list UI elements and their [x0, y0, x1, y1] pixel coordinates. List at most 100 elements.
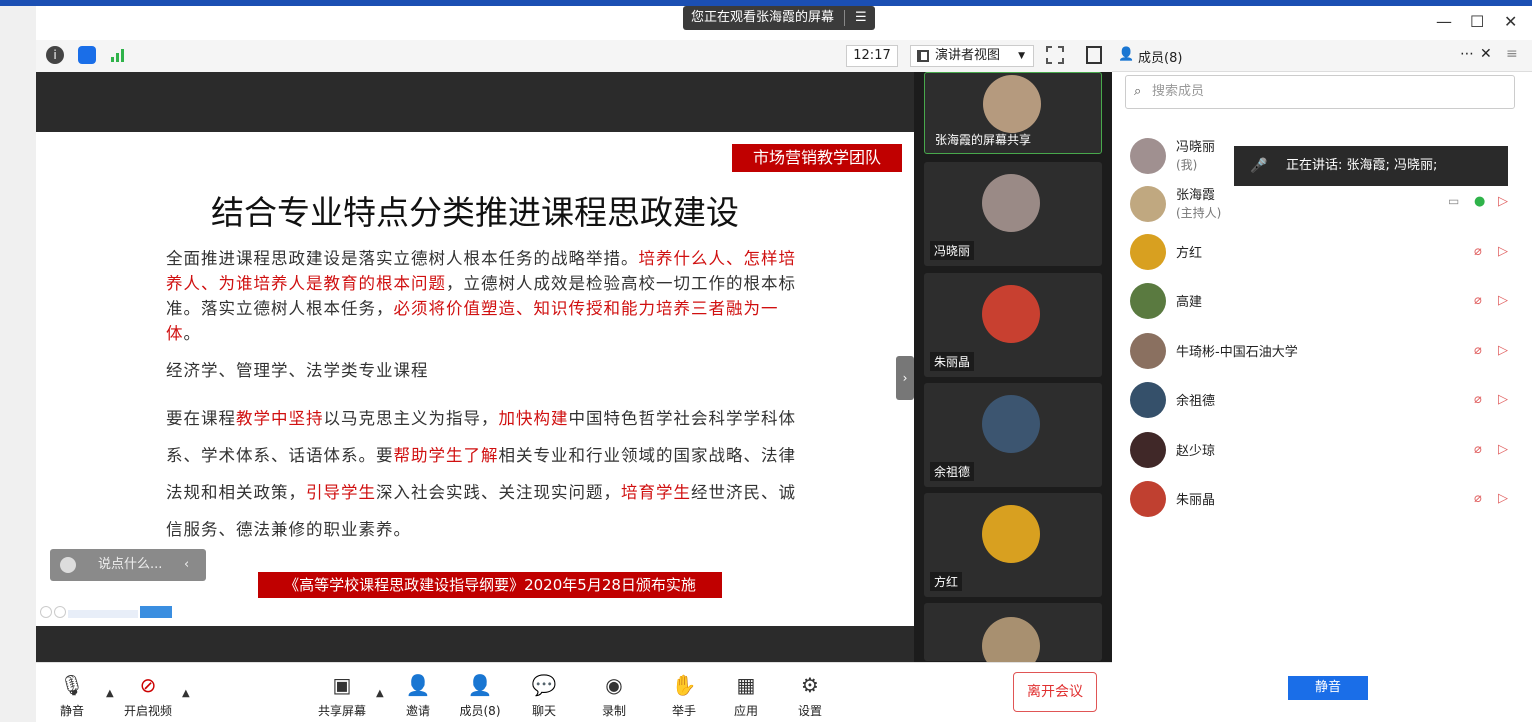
chevron-up-icon[interactable]: ▲: [106, 688, 114, 699]
member-search-placeholder: 搜索成员: [1152, 84, 1205, 99]
member-item[interactable]: 方红 ⌀ ▷: [1130, 232, 1520, 272]
mic-off-icon[interactable]: ⌀: [1474, 293, 1488, 309]
speaking-text: 正在讲话: 张海霞; 冯晓丽;: [1286, 158, 1438, 173]
info-icon[interactable]: i: [46, 46, 64, 64]
more-options-icon[interactable]: ⋯: [1460, 46, 1474, 62]
browser-button: [139, 606, 172, 618]
avatar: [1130, 333, 1166, 369]
camera-off-icon[interactable]: ▷: [1498, 194, 1514, 210]
mic-on-icon[interactable]: ●: [1474, 194, 1485, 209]
avatar: [1130, 432, 1166, 468]
chat-label: 聊天: [531, 704, 556, 718]
camera-off-icon[interactable]: ▷: [1498, 293, 1514, 309]
slide-paragraph-1: 全面推进课程思政建设是落实立德树人根本任务的战略举措。培养什么人、怎样培养人、为…: [166, 246, 796, 346]
member-item[interactable]: 张海霞 (主持人) ▭ ● ▷: [1130, 184, 1520, 224]
member-item[interactable]: 朱丽晶 ⌀ ▷: [1130, 479, 1520, 519]
speaking-indicator: 🎤 正在讲话: 张海霞; 冯晓丽;: [1234, 146, 1508, 186]
record-label: 录制: [601, 704, 626, 718]
viewing-banner[interactable]: 您正在观看张海霞的屏幕 ☰: [683, 6, 875, 30]
forward-icon: [53, 606, 66, 618]
member-item[interactable]: 高建 ⌀ ▷: [1130, 281, 1520, 321]
emoji-icon[interactable]: [60, 557, 76, 573]
member-name: 朱丽晶: [1176, 493, 1216, 508]
view-mode-select[interactable]: 演讲者视图 ▼: [910, 45, 1034, 67]
members-button[interactable]: 👤 成员(8): [450, 672, 510, 719]
share-screen-label: 共享屏幕: [317, 704, 366, 718]
close-panel-icon[interactable]: ✕: [1480, 46, 1492, 62]
thumbnail-participant[interactable]: 朱丽晶: [924, 273, 1102, 377]
minimize-button[interactable]: —: [1436, 12, 1452, 31]
thumbnail-name: 冯晓丽: [930, 241, 975, 260]
thumbnail-name: 方红: [930, 572, 963, 591]
close-button[interactable]: ✕: [1504, 12, 1517, 31]
chevron-down-icon: ▼: [1018, 51, 1025, 61]
panel-menu-icon[interactable]: ≡: [1506, 46, 1518, 62]
camera-off-icon: ⊘: [139, 673, 157, 697]
screen-share-icon: ▭: [1448, 194, 1460, 208]
avatar: [1130, 283, 1166, 319]
member-role: (主持人): [1176, 206, 1222, 220]
member-search-input[interactable]: ⌕ 搜索成员: [1125, 75, 1515, 109]
thumbnail-participant[interactable]: 余祖德: [924, 383, 1102, 487]
viewing-banner-text: 您正在观看张海霞的屏幕: [691, 10, 835, 25]
sidebar-toggle-icon[interactable]: [1086, 46, 1102, 64]
slide-title: 结合专业特点分类推进课程思政建设: [211, 193, 739, 232]
signal-icon[interactable]: [110, 47, 126, 63]
share-screen-icon: ▣: [332, 673, 352, 697]
person-icon: 👤: [1118, 47, 1135, 62]
mic-off-icon[interactable]: ⌀: [1474, 244, 1488, 260]
camera-off-icon[interactable]: ▷: [1498, 491, 1514, 507]
avatar: [982, 174, 1040, 232]
thumbnail-screen-share[interactable]: 张海霞的屏幕共享: [924, 72, 1102, 154]
raise-hand-button[interactable]: ✋ 举手: [654, 672, 714, 719]
mic-off-icon[interactable]: ⌀: [1474, 442, 1488, 458]
camera-off-icon[interactable]: ▷: [1498, 392, 1514, 408]
thumbnail-participant[interactable]: [924, 603, 1102, 675]
chat-button[interactable]: 💬 聊天: [514, 672, 574, 719]
fullscreen-icon[interactable]: [1046, 46, 1064, 64]
avatar: [982, 505, 1040, 563]
avatar: [982, 285, 1040, 343]
shield-icon[interactable]: [78, 46, 96, 64]
view-mode-label: 演讲者视图: [935, 48, 1001, 63]
avatar: [1130, 186, 1166, 222]
member-name: 张海霞: [1176, 188, 1216, 203]
avatar: [1130, 481, 1166, 517]
apps-icon: ▦: [736, 673, 756, 697]
member-item[interactable]: 牛琦彬-中国石油大学 ⌀ ▷: [1130, 331, 1520, 371]
camera-off-icon[interactable]: ▷: [1498, 442, 1514, 458]
menu-icon[interactable]: ☰: [855, 6, 867, 30]
record-button[interactable]: ◉ 录制: [584, 672, 644, 719]
start-video-button[interactable]: ⊘ 开启视频: [118, 672, 178, 719]
invite-button[interactable]: 👤 邀请: [388, 672, 448, 719]
thumbnail-participant[interactable]: 方红: [924, 493, 1102, 597]
mute-button[interactable]: 🎙 静音: [42, 672, 102, 719]
raise-hand-label: 举手: [671, 704, 696, 718]
camera-off-icon[interactable]: ▷: [1498, 244, 1514, 260]
share-screen-button[interactable]: ▣ 共享屏幕: [312, 672, 372, 719]
settings-button[interactable]: ⚙ 设置: [780, 672, 840, 719]
member-item[interactable]: 余祖德 ⌀ ▷: [1130, 380, 1520, 420]
mic-off-icon[interactable]: ⌀: [1474, 491, 1488, 507]
avatar: [982, 395, 1040, 453]
leave-meeting-button[interactable]: 离开会议: [1013, 672, 1097, 712]
chevron-up-icon[interactable]: ▲: [182, 688, 190, 699]
microphone-icon: 🎙: [59, 673, 85, 697]
mute-all-button[interactable]: 静音: [1288, 676, 1368, 700]
member-item[interactable]: 赵少琼 ⌀ ▷: [1130, 430, 1520, 470]
slide-subheading: 经济学、管理学、法学类专业课程: [166, 361, 429, 380]
maximize-button[interactable]: ☐: [1470, 12, 1484, 31]
chevron-up-icon[interactable]: ▲: [376, 688, 384, 699]
camera-off-icon[interactable]: ▷: [1498, 343, 1514, 359]
collapse-thumbnails-button[interactable]: ›: [896, 356, 914, 400]
chat-input[interactable]: 说点什么... ‹: [50, 549, 206, 581]
apps-button[interactable]: ▦ 应用: [716, 672, 776, 719]
banner-divider: [844, 10, 846, 26]
mic-off-icon[interactable]: ⌀: [1474, 343, 1488, 359]
avatar: [983, 75, 1041, 133]
thumbnail-participant[interactable]: 冯晓丽: [924, 162, 1102, 266]
mic-icon: 🎤: [1250, 158, 1268, 174]
slide-paragraph-2: 要在课程教学中坚持以马克思主义为指导，加快构建中国特色哲学社会科学学科体系、学术…: [166, 400, 796, 548]
mic-off-icon[interactable]: ⌀: [1474, 392, 1488, 408]
chevron-left-icon[interactable]: ‹: [184, 549, 189, 581]
